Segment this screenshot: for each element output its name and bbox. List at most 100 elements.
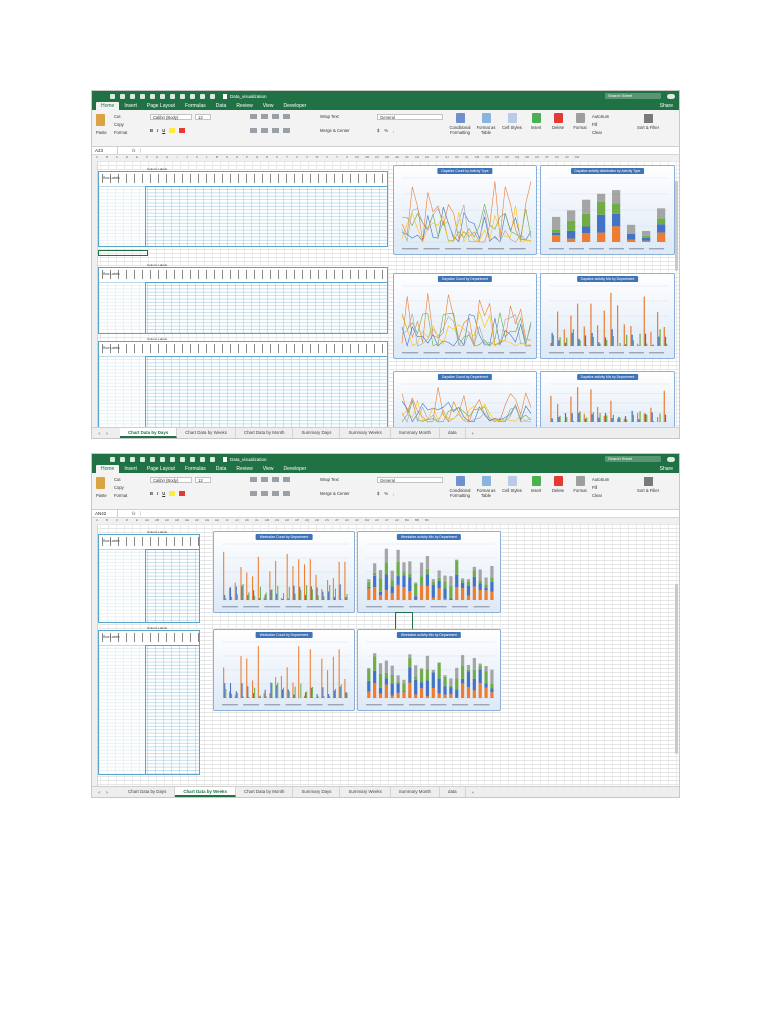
align-center-icon[interactable] (261, 128, 268, 133)
font-size-select[interactable]: 12 (195, 114, 211, 120)
comma-button[interactable]: , (393, 491, 394, 496)
column-header[interactable]: AD (172, 518, 182, 522)
search-sheet-input[interactable]: Search Sheet (605, 456, 661, 462)
column-header[interactable]: S (272, 155, 282, 159)
align-center-icon[interactable] (261, 491, 268, 496)
column-header[interactable]: AP (502, 155, 512, 159)
sheet-tab-chart-data-by-weeks[interactable]: Chart Data by Weeks (175, 787, 236, 797)
font-color-icon[interactable] (179, 128, 186, 133)
italic-button[interactable]: I (157, 491, 158, 496)
toolbar-icon[interactable] (210, 93, 215, 99)
column-header[interactable]: Y (332, 155, 342, 159)
column-header[interactable]: BC (422, 518, 432, 522)
redo-icon[interactable] (140, 456, 145, 462)
column-header[interactable]: N (222, 155, 232, 159)
format-as-table-button[interactable]: Format as Table (474, 476, 498, 498)
undo-icon[interactable] (130, 93, 135, 99)
format-painter-button[interactable]: Format (114, 129, 127, 137)
save-icon[interactable] (110, 456, 115, 462)
align-top-icon[interactable] (250, 477, 257, 482)
column-header[interactable]: A (92, 518, 102, 522)
add-sheet-button[interactable]: + (466, 790, 481, 795)
column-header[interactable]: AJ (442, 155, 452, 159)
column-header[interactable]: AE (182, 518, 192, 522)
tab-insert[interactable]: Insert (119, 465, 142, 473)
number-format-select[interactable]: General (377, 114, 443, 120)
column-header[interactable]: AN (272, 518, 282, 522)
indent-icon[interactable] (283, 491, 290, 496)
column-header[interactable]: AK (242, 518, 252, 522)
next-sheet-arrow[interactable]: > (106, 431, 109, 436)
prev-sheet-arrow[interactable]: < (98, 790, 101, 795)
formula-input[interactable] (139, 511, 675, 516)
column-header[interactable]: AL (252, 518, 262, 522)
sort-filter-button[interactable]: Sort & Filter (637, 477, 659, 494)
column-header[interactable]: X (322, 155, 332, 159)
column-header[interactable]: AW (572, 155, 582, 159)
underline-button[interactable]: U (162, 128, 165, 133)
column-header[interactable]: L (202, 155, 212, 159)
undo-icon[interactable] (130, 456, 135, 462)
column-header[interactable]: I (172, 155, 182, 159)
paste-button[interactable]: Paste (96, 130, 107, 135)
format-as-table-button[interactable]: Format as Table (474, 113, 498, 135)
sheet-tab-data[interactable]: data (440, 787, 466, 797)
percent-button[interactable]: % (384, 491, 388, 496)
sheet-tab-summary-weeks[interactable]: Summary Weeks (340, 428, 391, 438)
redo-icon[interactable] (140, 93, 145, 99)
column-header[interactable]: AS (322, 518, 332, 522)
bold-button[interactable]: B (150, 128, 153, 133)
toolbar-icon[interactable] (200, 93, 205, 99)
sheet-tab-summary-days[interactable]: Summary Days (293, 428, 341, 438)
paste-icon[interactable] (96, 477, 105, 489)
column-header[interactable]: AI (432, 155, 442, 159)
column-header[interactable]: V (302, 155, 312, 159)
delete-cells-button[interactable]: Delete (546, 113, 570, 131)
align-left-icon[interactable] (250, 128, 257, 133)
clear-button[interactable]: Clear (592, 492, 609, 500)
toolbar-icon[interactable] (190, 93, 195, 99)
insert-cells-button[interactable]: Insert (524, 476, 548, 494)
column-header[interactable]: BA (402, 518, 412, 522)
column-header[interactable]: AC (372, 155, 382, 159)
column-header[interactable]: AT (332, 518, 342, 522)
toolbar-icon[interactable] (170, 93, 175, 99)
align-middle-icon[interactable] (261, 114, 268, 119)
column-header[interactable]: Q (252, 155, 262, 159)
print-icon[interactable] (120, 93, 125, 99)
comma-button[interactable]: , (393, 128, 394, 133)
feedback-smiley-icon[interactable] (667, 93, 675, 99)
cell-styles-button[interactable]: Cell Styles (500, 113, 524, 131)
column-header[interactable]: AS (532, 155, 542, 159)
tab-insert[interactable]: Insert (119, 102, 142, 110)
column-header[interactable]: AH (422, 155, 432, 159)
copy-button[interactable]: Copy (114, 121, 127, 129)
cell-styles-button[interactable]: Cell Styles (500, 476, 524, 494)
vertical-scrollbar[interactable] (675, 181, 678, 271)
tab-developer[interactable]: Developer (279, 465, 312, 473)
column-header[interactable]: A (92, 155, 102, 159)
column-header[interactable]: AN (482, 155, 492, 159)
tab-view[interactable]: View (258, 465, 279, 473)
sheet-tab-chart-data-by-month[interactable]: Chart Data by Month (236, 428, 294, 438)
font-name-select[interactable]: Calibri (Body) (150, 477, 192, 483)
column-header[interactable]: B (102, 155, 112, 159)
name-box[interactable]: AN42 (92, 510, 118, 517)
chart-weekly-count-by-department[interactable]: Weekalize Count by Department (213, 531, 355, 613)
share-button[interactable]: Share (660, 465, 679, 473)
fill-button[interactable]: Fill (592, 121, 609, 129)
column-header[interactable]: Z (342, 155, 352, 159)
chart-bar-department[interactable]: Dayalize activity Mix by Department (540, 273, 675, 359)
chart-weekly-count-by-department-2[interactable]: Weekalize Count by Department (213, 629, 355, 711)
percent-button[interactable]: % (384, 128, 388, 133)
pivot-table-weeks-activity[interactable]: Row Labels Column Labels (98, 626, 200, 775)
sheet-tab-data[interactable]: data (440, 428, 466, 438)
share-button[interactable]: Share (660, 102, 679, 110)
formula-input[interactable] (139, 148, 675, 153)
save-icon[interactable] (110, 93, 115, 99)
italic-button[interactable]: I (157, 128, 158, 133)
chart-line-activity-type[interactable]: Dayalize Count by Activity Type (393, 165, 537, 255)
column-header[interactable]: C (112, 518, 122, 522)
column-header[interactable]: J (182, 155, 192, 159)
toolbar-icon[interactable] (150, 93, 155, 99)
